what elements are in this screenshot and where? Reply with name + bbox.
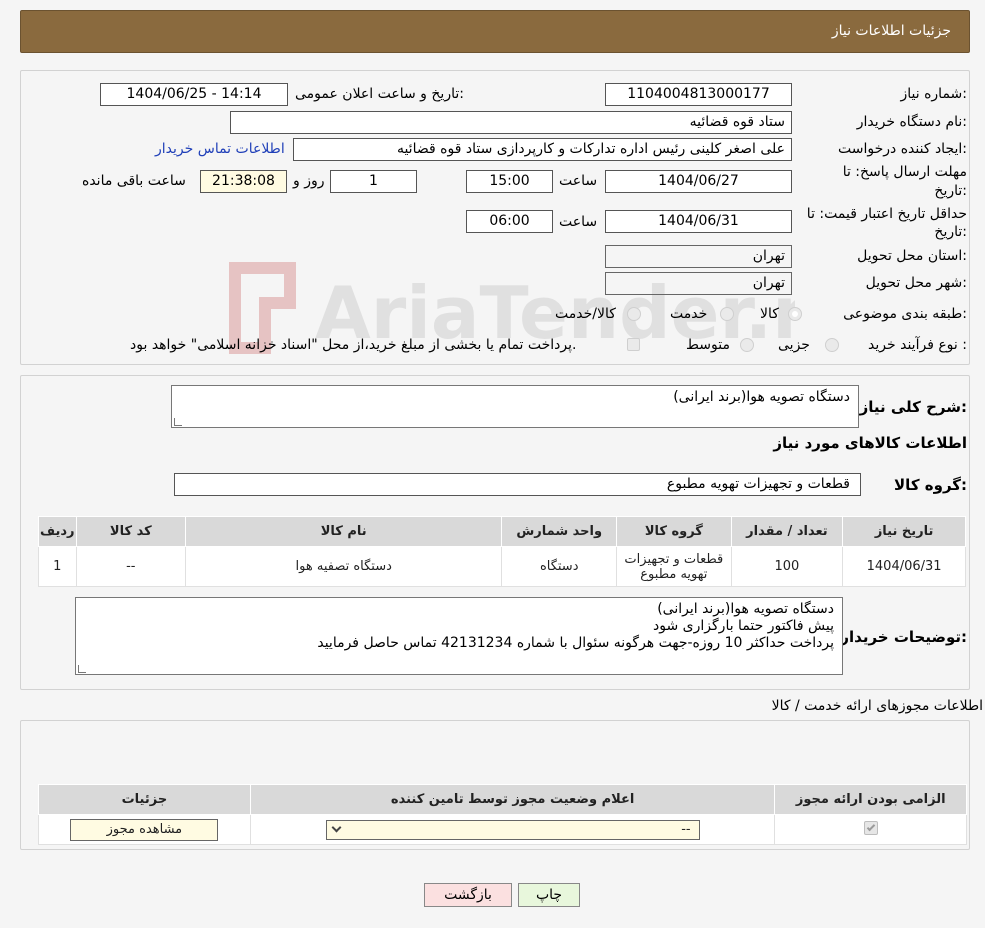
need-number-label: شماره نیاز: (900, 86, 967, 102)
buyer-contact-link[interactable]: اطلاعات تماس خریدار (155, 141, 285, 157)
col-unit: واحد شمارش (501, 516, 618, 547)
goods-info-title: اطلاعات کالاهای مورد نیاز (773, 434, 967, 452)
resize-grip-icon[interactable] (174, 418, 182, 426)
cell-unit: دستگاه (501, 546, 618, 587)
col-required: الزامی بودن ارائه مجوز (774, 784, 967, 815)
col-code: کد کالا (75, 516, 187, 547)
buyer-notes-textarea[interactable]: دستگاه تصویه هوا(برند ایرانی) پیش فاکتور… (75, 597, 843, 675)
validity-time-field: 06:00 (466, 210, 553, 233)
description-label: شرح کلی نیاز: (859, 398, 967, 416)
province-label: استان محل تحویل: (857, 248, 967, 264)
category-option-service: خدمت (670, 306, 708, 322)
permit-required-checkbox (863, 820, 878, 835)
cell-required (774, 814, 967, 845)
validity-date-field: 1404/06/31 (605, 210, 792, 233)
cell-row: 1 (38, 546, 77, 587)
category-radio-goods[interactable] (788, 307, 802, 321)
announce-label: تاریخ و ساعت اعلان عمومی: (295, 86, 464, 102)
process-radio-minor[interactable] (825, 338, 839, 352)
buyer-org-label: نام دستگاه خریدار: (856, 114, 967, 130)
cell-need-date: 1404/06/31 (842, 546, 966, 587)
need-number-field: 1104004813000177 (605, 83, 792, 106)
process-radio-medium[interactable] (740, 338, 754, 352)
buyer-notes-line-3: پرداخت حداکثر 10 روزه-جهت هرگونه سئوال ب… (317, 635, 834, 651)
col-row: ردیف (38, 516, 77, 547)
buyer-notes-label: توضیحات خریدار: (840, 628, 967, 646)
category-option-goods: کالا (760, 306, 779, 322)
city-field: تهران (605, 272, 792, 295)
cell-quantity: 100 (730, 546, 844, 587)
category-label: طبقه بندی موضوعی: (843, 306, 967, 322)
validity-time-label: ساعت (559, 214, 598, 230)
process-radio-treasury[interactable] (627, 338, 640, 351)
deadline-date-field: 1404/06/27 (605, 170, 792, 193)
remaining-time-field: 21:38:08 (200, 170, 287, 193)
view-permit-button[interactable]: مشاهده مجوز (70, 818, 219, 841)
check-icon (866, 822, 875, 831)
permits-table: جزئیات اعلام وضعیت مجوز توسط تامین کننده… (38, 784, 967, 845)
requester-field: علی اصغر کلینی رئیس اداره تدارکات و کارپ… (293, 138, 792, 161)
col-supplier-status: اعلام وضعیت مجوز توسط تامین کننده (249, 784, 776, 815)
category-radio-service[interactable] (720, 307, 734, 321)
province-field: تهران (605, 245, 792, 268)
page-title: جزئیات اطلاعات نیاز (831, 23, 951, 39)
goods-table: ردیف کد کالا نام کالا واحد شمارش گروه کا… (38, 516, 966, 587)
description-text: دستگاه تصویه هوا(برند ایرانی) (673, 389, 850, 405)
cell-supplier-status: -- (249, 814, 776, 845)
buyer-notes-line-2: پیش فاکتور حتما بارگزاری شود (653, 618, 834, 634)
cell-name: دستگاه تصفیه هوا (185, 546, 503, 587)
category-option-goods-service: کالا/خدمت (555, 306, 616, 322)
process-option-medium: متوسط (686, 337, 730, 353)
col-name: نام کالا (185, 516, 503, 547)
days-field: 1 (330, 170, 417, 193)
col-quantity: تعداد / مقدار (730, 516, 844, 547)
permit-status-value: -- (681, 821, 691, 837)
buyer-notes-line-1: دستگاه تصویه هوا(برند ایرانی) (657, 601, 834, 617)
requester-label: ایجاد کننده درخواست: (838, 141, 967, 157)
validity-label-date: تاریخ: (934, 224, 967, 240)
goods-group-field: قطعات و تجهیزات تهویه مطبوع (174, 473, 861, 496)
cell-group: قطعات و تجهیزات تهویه مطبوع (616, 546, 732, 587)
city-label: شهر محل تحویل: (865, 275, 967, 291)
goods-group-label: گروه کالا: (894, 476, 967, 494)
permit-status-select[interactable]: -- (325, 819, 700, 840)
resize-grip-icon[interactable] (78, 665, 86, 673)
page-header: جزئیات اطلاعات نیاز (20, 10, 970, 53)
col-details: جزئیات (38, 784, 251, 815)
process-label: نوع فرآیند خرید : (868, 337, 967, 353)
goods-table-header: ردیف کد کالا نام کالا واحد شمارش گروه کا… (38, 516, 966, 547)
permits-title: اطلاعات مجوزهای ارائه خدمت / کالا (771, 698, 983, 714)
deadline-label: مهلت ارسال پاسخ: تا (842, 164, 967, 180)
deadline-time-label: ساعت (559, 173, 598, 189)
cell-code: -- (75, 546, 187, 587)
description-textarea[interactable]: دستگاه تصویه هوا(برند ایرانی) (171, 385, 859, 428)
category-radio-goods-service[interactable] (627, 307, 641, 321)
announce-date-field: 1404/06/25 - 14:14 (100, 83, 288, 106)
process-option-minor: جزیی (778, 337, 810, 353)
process-treasury-note: پرداخت تمام یا بخشی از مبلغ خرید،از محل … (130, 337, 577, 353)
table-row: مشاهده مجوز -- (38, 814, 967, 845)
remaining-label: ساعت باقی مانده (82, 173, 186, 189)
deadline-label-date: تاریخ: (934, 183, 967, 199)
col-need-date: تاریخ نیاز (842, 516, 966, 547)
days-label: روز و (293, 173, 325, 189)
col-group: گروه کالا (616, 516, 732, 547)
back-button[interactable]: بازگشت (424, 883, 512, 907)
chevron-down-icon (331, 822, 342, 832)
table-row: 1 -- دستگاه تصفیه هوا دستگاه قطعات و تجه… (38, 546, 966, 587)
permits-table-header: جزئیات اعلام وضعیت مجوز توسط تامین کننده… (38, 784, 967, 815)
print-button[interactable]: چاپ (518, 883, 580, 907)
deadline-time-field: 15:00 (466, 170, 553, 193)
validity-label: حداقل تاریخ اعتبار قیمت: تا (806, 206, 967, 222)
buyer-org-field: ستاد قوه قضائیه (230, 111, 792, 134)
cell-details: مشاهده مجوز (38, 814, 251, 845)
